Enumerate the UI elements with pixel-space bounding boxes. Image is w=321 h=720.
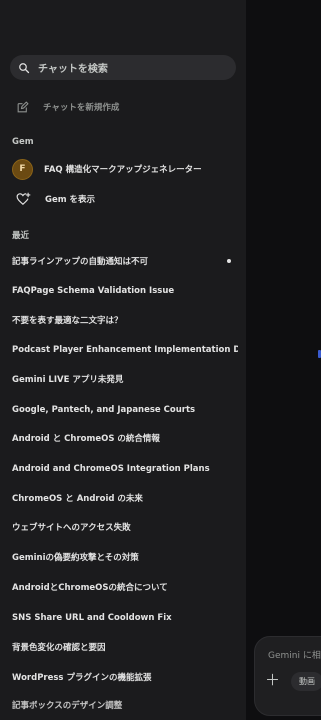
prompt-input-box[interactable]: Gemini に相 ＋ 動画 bbox=[254, 636, 321, 716]
search-chats-field[interactable]: チャットを検索 bbox=[10, 55, 236, 80]
chat-item[interactable]: ChromeOS と Android の未来 bbox=[12, 492, 238, 506]
prompt-input-placeholder: Gemini に相 bbox=[268, 651, 321, 661]
chat-item[interactable]: AndroidとChromeOSの統合について bbox=[12, 581, 238, 595]
chat-item[interactable]: Gemini LIVE アプリ未発見 bbox=[12, 373, 238, 387]
sidebar: チャットを検索 チャットを新規作成 Gem F FAQ 構造化マークアップジェネ… bbox=[0, 0, 246, 720]
main-panel: Gemini に相 ＋ 動画 bbox=[246, 0, 321, 720]
gem-section-label: Gem bbox=[12, 137, 34, 147]
tools-chip[interactable]: 動画 bbox=[291, 672, 321, 691]
chat-item[interactable]: Android と ChromeOS の統合情報 bbox=[12, 432, 238, 446]
edit-icon bbox=[17, 101, 29, 112]
add-attachment-icon[interactable]: ＋ bbox=[265, 673, 280, 688]
search-icon bbox=[19, 62, 30, 73]
chat-item[interactable]: 記事ラインアップの自動通知は不可 bbox=[12, 255, 238, 269]
show-gems-label: Gem を表示 bbox=[45, 195, 96, 205]
show-gems-button[interactable]: Gem を表示 bbox=[0, 189, 246, 209]
chat-item[interactable]: Podcast Player Enhancement Implementatio… bbox=[12, 343, 238, 357]
chat-item[interactable]: 不要を表す最適な二文字は？ bbox=[12, 314, 238, 328]
chat-item[interactable]: ウェブサイトへのアクセス失敗 bbox=[12, 521, 238, 535]
chat-item[interactable]: Google, Pantech, and Japanese Courts bbox=[12, 403, 238, 417]
new-chat-label: チャットを新規作成 bbox=[43, 103, 120, 113]
chat-item[interactable]: 記事ボックスのデザイン調整 bbox=[12, 699, 238, 710]
chat-item[interactable]: Geminiの偽要約攻撃とその対策 bbox=[12, 551, 238, 565]
search-placeholder: チャットを検索 bbox=[38, 64, 108, 75]
chat-item[interactable]: 背景色変化の確認と要因 bbox=[12, 641, 238, 655]
chat-item[interactable]: WordPress プラグインの機能拡張 bbox=[12, 671, 238, 685]
active-indicator-dot bbox=[227, 259, 231, 263]
chat-item[interactable]: Android and ChromeOS Integration Plans bbox=[12, 462, 238, 476]
heart-sparkle-icon bbox=[16, 192, 31, 205]
gem-item-faq[interactable]: F FAQ 構造化マークアップジェネレーター bbox=[0, 158, 246, 180]
chat-item[interactable]: SNS Share URL and Cooldown Fix bbox=[12, 611, 238, 625]
gem-item-label: FAQ 構造化マークアップジェネレーター bbox=[44, 165, 202, 175]
new-chat-button[interactable]: チャットを新規作成 bbox=[0, 97, 246, 117]
recent-section-label: 最近 bbox=[12, 231, 30, 241]
chat-item[interactable]: FAQPage Schema Validation Issue bbox=[12, 284, 238, 298]
gem-avatar: F bbox=[12, 158, 33, 180]
